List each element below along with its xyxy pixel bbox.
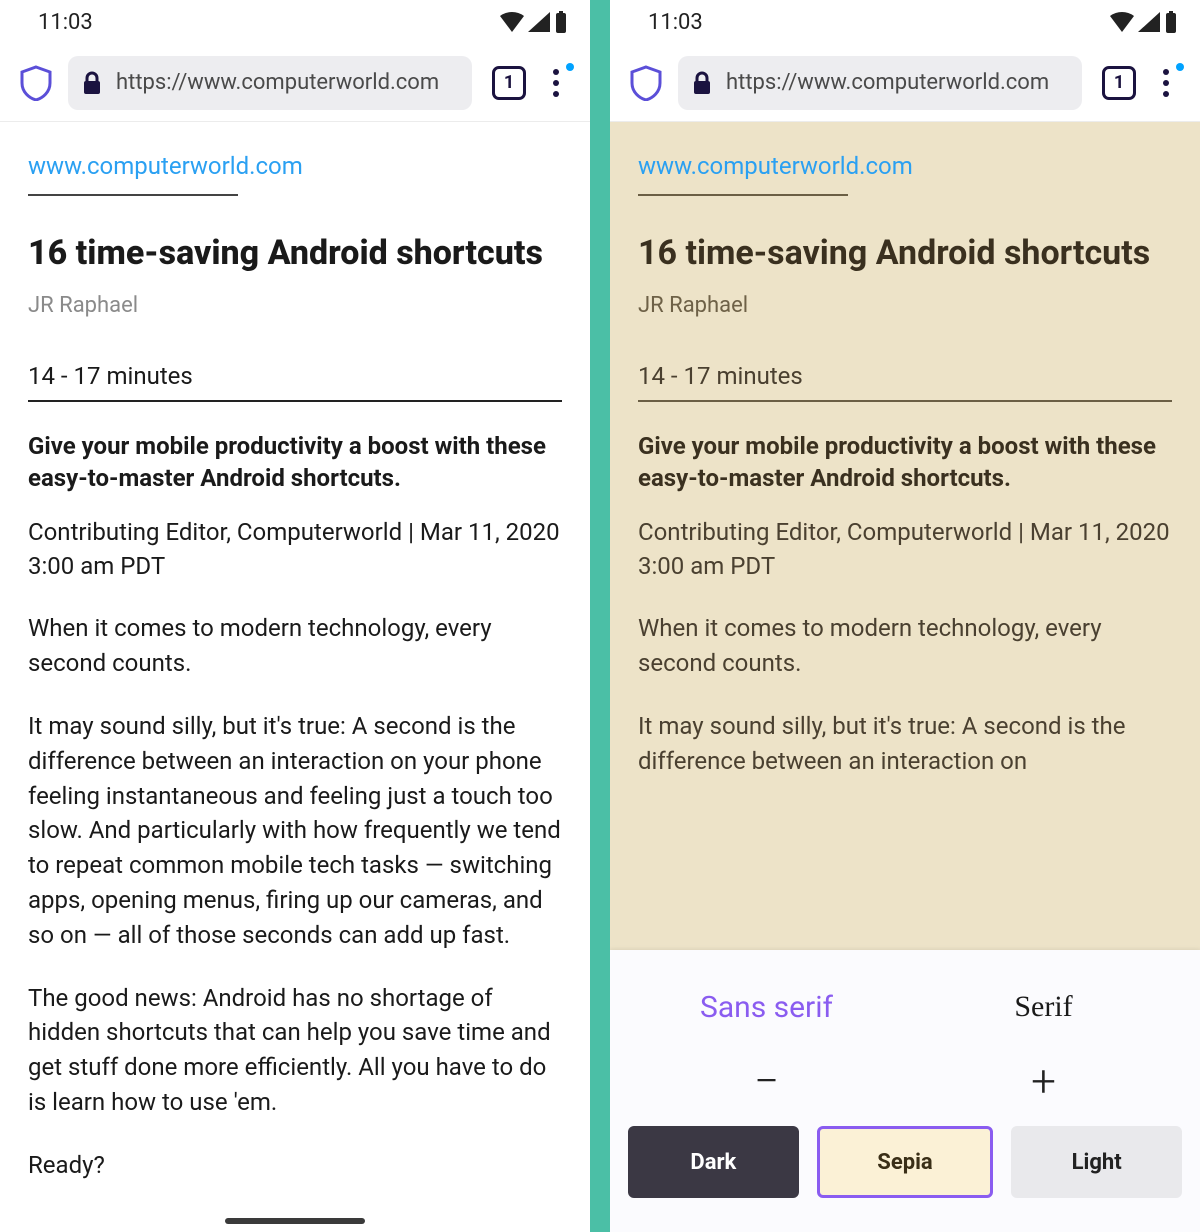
increase-font-button[interactable]: +	[905, 1042, 1182, 1120]
url-text: https://www.computerworld.com	[726, 70, 1049, 95]
battery-icon	[554, 11, 568, 33]
notification-dot-icon	[566, 63, 574, 71]
wifi-icon	[500, 12, 524, 32]
article-paragraph: The good news: Android has no shortage o…	[28, 981, 562, 1120]
article-title: 16 time-saving Android shortcuts	[638, 232, 1172, 275]
url-bar[interactable]: https://www.computerworld.com	[68, 56, 472, 110]
read-time: 14 - 17 minutes	[28, 362, 562, 390]
article-meta: Contributing Editor, Computerworld | Mar…	[28, 516, 562, 583]
site-link[interactable]: www.computerworld.com	[638, 152, 1172, 180]
tab-count-number: 1	[504, 72, 514, 93]
tracking-protection-icon[interactable]	[14, 61, 58, 105]
signal-icon	[528, 12, 550, 32]
status-bar: 11:03	[610, 0, 1200, 44]
url-bar[interactable]: https://www.computerworld.com	[678, 56, 1082, 110]
size-row: − +	[628, 1042, 1182, 1120]
decrease-font-button[interactable]: −	[628, 1042, 905, 1120]
article-paragraph: Ready?	[28, 1148, 562, 1183]
font-sans-serif-button[interactable]: Sans serif	[628, 972, 905, 1042]
lock-icon	[692, 71, 712, 95]
article-author: JR Raphael	[28, 293, 562, 318]
font-row: Sans serif Serif	[628, 972, 1182, 1042]
divider	[638, 400, 1172, 402]
tab-switcher[interactable]: 1	[1102, 66, 1136, 100]
tab-count-number: 1	[1114, 72, 1124, 93]
article-paragraph: When it comes to modern technology, ever…	[638, 611, 1172, 681]
overflow-menu[interactable]	[536, 61, 576, 105]
reader-content[interactable]: www.computerworld.com 16 time-saving And…	[0, 122, 590, 1232]
font-serif-button[interactable]: Serif	[905, 972, 1182, 1042]
read-time: 14 - 17 minutes	[638, 362, 1172, 390]
browser-toolbar: https://www.computerworld.com 1	[0, 44, 590, 122]
signal-icon	[1138, 12, 1160, 32]
reader-settings-sheet: Sans serif Serif − + Dark Sepia Light	[610, 950, 1200, 1232]
article-meta: Contributing Editor, Computerworld | Mar…	[638, 516, 1172, 583]
article-subhead: Give your mobile productivity a boost wi…	[638, 430, 1172, 495]
lock-icon	[82, 71, 102, 95]
status-icons	[1110, 11, 1178, 33]
status-time: 11:03	[648, 10, 703, 35]
divider	[28, 194, 238, 196]
tab-switcher[interactable]: 1	[492, 66, 526, 100]
wifi-icon	[1110, 12, 1134, 32]
browser-toolbar: https://www.computerworld.com 1	[610, 44, 1200, 122]
theme-light-button[interactable]: Light	[1011, 1126, 1182, 1198]
article-author: JR Raphael	[638, 293, 1172, 318]
site-link[interactable]: www.computerworld.com	[28, 152, 562, 180]
article-paragraph: When it comes to modern technology, ever…	[28, 611, 562, 681]
status-bar: 11:03	[0, 0, 590, 44]
phone-left: 11:03 https://www.computerworld.com 1 ww…	[0, 0, 590, 1232]
theme-dark-button[interactable]: Dark	[628, 1126, 799, 1198]
article-paragraph: It may sound silly, but it's true: A sec…	[638, 709, 1172, 779]
theme-sepia-button[interactable]: Sepia	[817, 1126, 994, 1198]
divider	[28, 400, 562, 402]
article-subhead: Give your mobile productivity a boost wi…	[28, 430, 562, 495]
url-text: https://www.computerworld.com	[116, 70, 439, 95]
article-title: 16 time-saving Android shortcuts	[28, 232, 562, 275]
notification-dot-icon	[1176, 63, 1184, 71]
battery-icon	[1164, 11, 1178, 33]
status-time: 11:03	[38, 10, 93, 35]
divider	[638, 194, 848, 196]
status-icons	[500, 11, 568, 33]
tracking-protection-icon[interactable]	[624, 61, 668, 105]
article-paragraph: It may sound silly, but it's true: A sec…	[28, 709, 562, 953]
overflow-menu[interactable]	[1146, 61, 1186, 105]
phone-right: 11:03 https://www.computerworld.com 1 ww…	[610, 0, 1200, 1232]
home-indicator[interactable]	[225, 1218, 365, 1224]
theme-row: Dark Sepia Light	[628, 1126, 1182, 1204]
